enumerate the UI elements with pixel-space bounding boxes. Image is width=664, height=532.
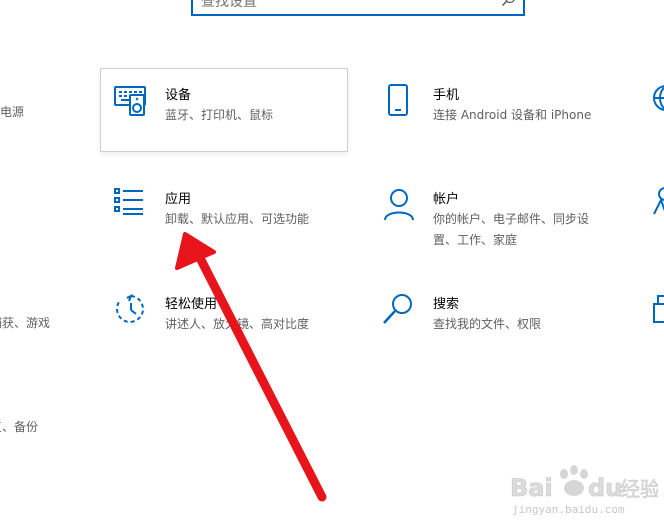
privacy-icon-partial[interactable]	[652, 292, 664, 324]
tile-phone-desc: 连接 Android 设备和 iPhone	[433, 108, 592, 122]
left-category-power-desc[interactable]: 电源	[0, 103, 24, 120]
account-icon	[384, 189, 414, 221]
tile-accounts[interactable]: 帐户 你的帐户、电子邮件、同步设 置、工作、家庭	[381, 188, 651, 248]
search-icon	[383, 294, 412, 324]
tile-ease-of-access[interactable]: 轻松使用 讲述人、放大镜、高对比度	[113, 293, 343, 343]
tile-ease-of-access-desc: 讲述人、放大镜、高对比度	[165, 317, 310, 331]
svg-text:经验: 经验	[620, 477, 658, 501]
tile-ease-of-access-title: 轻松使用	[165, 297, 218, 312]
phone-icon	[388, 84, 408, 116]
baidu-watermark-logo: Bai du 经验	[510, 465, 658, 502]
tile-devices-title: 设备	[165, 88, 192, 103]
tile-accounts-desc-line1: 你的帐户、电子邮件、同步设	[433, 212, 590, 226]
settings-search-input[interactable]	[201, 0, 491, 13]
tile-apps[interactable]: 应用 卸载、默认应用、可选功能	[113, 188, 343, 238]
left-category-backup-desc[interactable]: 复、备份	[0, 418, 38, 435]
tile-accounts-title: 帐户	[433, 192, 460, 207]
tile-phone-title: 手机	[433, 88, 460, 103]
baidu-watermark-url: jingyan.baidu.com	[512, 503, 625, 516]
tile-apps-title: 应用	[165, 192, 192, 207]
ease-of-access-icon	[116, 293, 144, 323]
time-language-icon-partial[interactable]	[652, 186, 664, 216]
tile-apps-desc: 卸载、默认应用、可选功能	[165, 212, 310, 226]
apps-icon	[114, 188, 143, 215]
search-magnifier-icon[interactable]	[501, 0, 517, 8]
tile-search-desc: 查找我的文件、权限	[433, 317, 542, 331]
svg-text:Bai: Bai	[510, 474, 553, 502]
tile-devices-desc: 蓝牙、打印机、鼠标	[165, 108, 274, 122]
tile-phone[interactable]: 手机 连接 Android 设备和 iPhone	[381, 84, 651, 134]
left-category-gaming-desc[interactable]: 捕获、游戏	[0, 314, 50, 331]
tile-search-title: 搜索	[433, 297, 460, 312]
tile-search[interactable]: 搜索 查找我的文件、权限	[381, 293, 651, 343]
tile-devices[interactable]: 设备 蓝牙、打印机、鼠标	[113, 84, 343, 134]
svg-text:du: du	[588, 474, 622, 502]
devices-icon	[114, 86, 146, 116]
settings-search-box[interactable]	[191, 0, 525, 16]
network-icon-partial[interactable]	[652, 84, 664, 112]
tile-accounts-desc-line2: 置、工作、家庭	[433, 233, 518, 247]
